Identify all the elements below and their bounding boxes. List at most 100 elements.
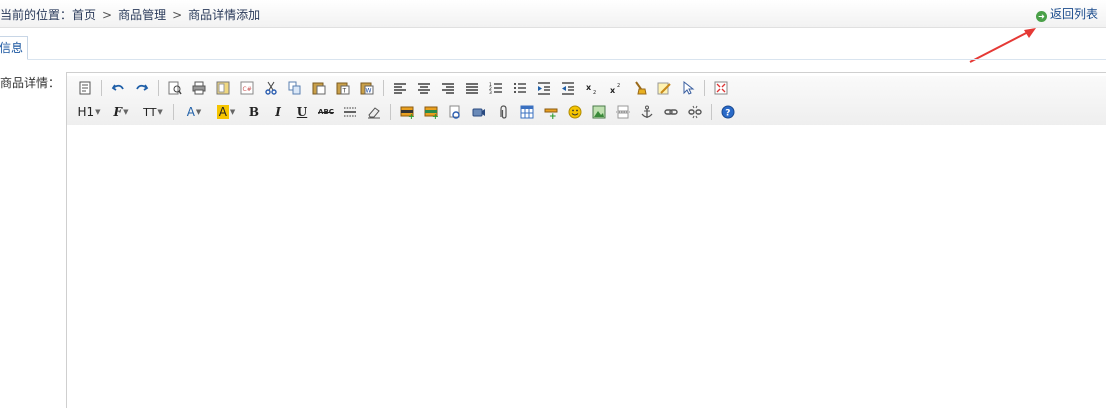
svg-text:3: 3 [489,90,492,95]
page-break-icon[interactable] [613,102,633,122]
insert-row-before-icon[interactable]: + [397,102,417,122]
unordered-list-icon[interactable] [510,78,530,98]
redo-icon[interactable] [132,78,152,98]
insert-row-icon[interactable]: + [541,102,561,122]
attachment-icon[interactable] [493,102,513,122]
svg-text:+: + [408,112,414,119]
image-link-icon[interactable] [445,102,465,122]
strikethrough-button[interactable]: ABC [316,102,336,122]
chevron-down-icon: ▼ [229,108,236,116]
heading-dropdown[interactable]: H1 ▼ [75,102,103,122]
align-left-icon[interactable] [390,78,410,98]
breadcrumb-product-management[interactable]: 商品管理 [118,8,166,22]
svg-text:x: x [586,83,592,92]
back-to-list-button[interactable]: ➜ 返回列表 [1035,5,1098,22]
tab-info-label: 信息 [0,41,24,55]
svg-text:2: 2 [617,83,620,89]
font-color-label: A [186,105,195,119]
svg-text:W: W [366,88,372,95]
subscript-icon[interactable]: x2 [582,78,602,98]
video-icon[interactable] [469,102,489,122]
svg-text:?: ? [725,109,730,119]
toolbar-separator [711,104,712,120]
toolbar-separator [158,80,159,96]
bold-label: B [248,105,260,119]
tab-info[interactable]: 信息 [0,36,28,60]
template-icon[interactable] [213,78,233,98]
horizontal-rule-icon[interactable] [340,102,360,122]
back-arrow-icon: ➜ [1035,11,1047,22]
paste-text-icon[interactable]: T [333,78,353,98]
bold-button[interactable]: B [244,102,264,122]
preview-icon[interactable] [165,78,185,98]
help-icon[interactable]: ? [718,102,738,122]
svg-text:+: + [549,112,557,119]
svg-text:C#: C# [243,86,252,93]
paste-word-icon[interactable]: W [357,78,377,98]
strikethrough-label: ABC [318,107,334,116]
back-to-list-label: 返回列表 [1049,7,1098,21]
cursor-icon[interactable] [678,78,698,98]
italic-label: I [275,105,281,119]
underline-button[interactable]: U [292,102,312,122]
underline-label: U [296,105,308,119]
toolbar-separator [383,80,384,96]
source-icon[interactable] [75,78,95,98]
breadcrumb-separator: > [172,8,183,22]
ordered-list-icon[interactable]: 123 [486,78,506,98]
font-family-dropdown[interactable]: F ▼ [107,102,135,122]
justify-icon[interactable] [462,78,482,98]
svg-text:+: + [432,112,438,119]
undo-icon[interactable] [108,78,128,98]
table-icon[interactable] [517,102,537,122]
chevron-down-icon: ▼ [123,108,129,116]
outdent-icon[interactable] [558,78,578,98]
unlink-icon[interactable] [685,102,705,122]
breadcrumb-separator: > [102,8,113,22]
align-center-icon[interactable] [414,78,434,98]
cut-icon[interactable] [261,78,281,98]
rich-text-editor: C# T W 1 2 3 x 2 x 2 H1 ▼ F ▼ TT ▼ A ▼ A… [66,72,1106,408]
italic-button[interactable]: I [268,102,288,122]
paste-icon[interactable] [309,78,329,98]
tab-divider [0,59,1106,60]
svg-text:x: x [610,86,616,95]
product-detail-label: 商品详情： [0,76,61,90]
toolbar-row-1: C# T W 1 2 3 x 2 x 2 [67,76,1106,100]
copy-icon[interactable] [285,78,305,98]
toolbar-row-2: H1 ▼ F ▼ TT ▼ A ▼ A ▼ B I U ABC + + + ? [67,100,1106,124]
breadcrumb-current: 商品详情添加 [188,8,261,22]
anchor-icon[interactable] [637,102,657,122]
print-icon[interactable] [189,78,209,98]
breadcrumb-home[interactable]: 首页 [72,8,96,22]
font-color-dropdown[interactable]: A ▼ [180,102,208,122]
fullscreen-icon[interactable] [711,78,731,98]
background-color-label: A [216,105,229,119]
chevron-down-icon: ▼ [95,108,101,116]
superscript-icon[interactable]: x2 [606,78,626,98]
font-size-label: TT [143,105,157,119]
image-icon[interactable] [589,102,609,122]
indent-icon[interactable] [534,78,554,98]
font-size-dropdown[interactable]: TT ▼ [139,102,167,122]
editor-content-area[interactable] [67,125,1106,408]
background-color-dropdown[interactable]: A ▼ [212,102,240,122]
align-right-icon[interactable] [438,78,458,98]
eraser-icon[interactable] [364,102,384,122]
svg-text:T: T [342,88,347,95]
insert-row-after-icon[interactable]: + [421,102,441,122]
breadcrumb-prefix: 当前的位置： [0,8,73,22]
breadcrumb: 当前的位置：首页 > 商品管理 > 商品详情添加 [0,6,260,23]
clear-format-icon[interactable] [630,78,650,98]
toolbar-separator [101,80,102,96]
toolbar-separator [173,104,174,120]
editor-toolbar: C# T W 1 2 3 x 2 x 2 H1 ▼ F ▼ TT ▼ A ▼ A… [67,76,1106,128]
toolbar-separator [704,80,705,96]
emoticon-icon[interactable] [565,102,585,122]
link-icon[interactable] [661,102,681,122]
chevron-down-icon: ▼ [195,108,202,116]
code-icon[interactable]: C# [237,78,257,98]
select-all-icon[interactable] [654,78,674,98]
top-bar: 当前的位置：首页 > 商品管理 > 商品详情添加 ➜ 返回列表 [0,0,1106,28]
svg-text:2: 2 [593,90,596,95]
